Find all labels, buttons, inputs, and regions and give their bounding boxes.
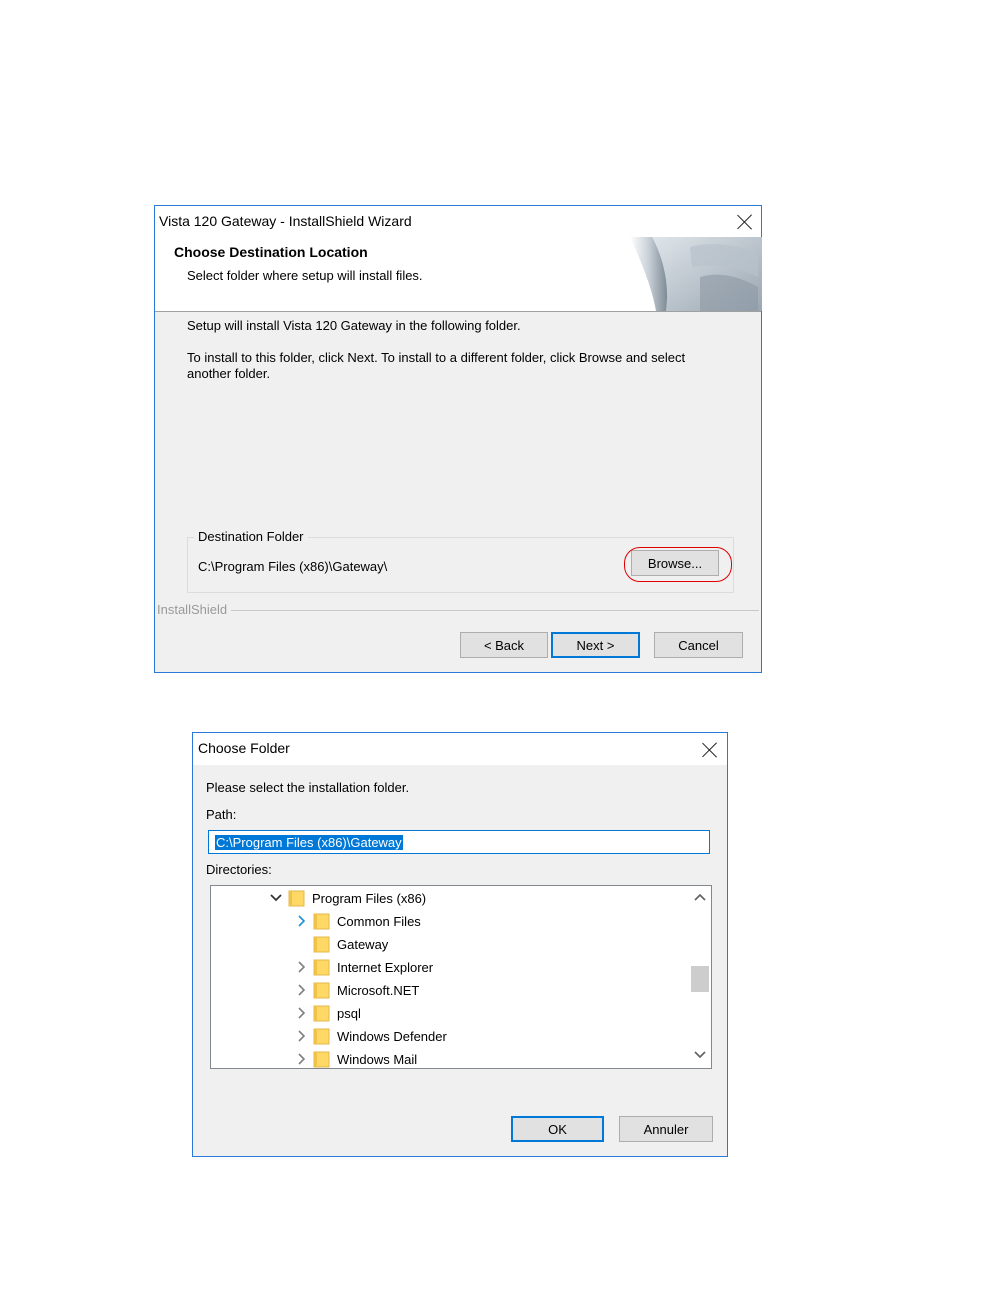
path-value-selected: C:\Program Files (x86)\Gateway: [215, 835, 403, 850]
tree-item[interactable]: Common Files: [294, 910, 594, 933]
chevron-right-icon[interactable]: [294, 1052, 308, 1066]
tree-item-label: Common Files: [337, 914, 421, 929]
folder-icon: [313, 982, 330, 999]
chevron-right-icon[interactable]: [294, 1006, 308, 1020]
chevron-right-icon[interactable]: [294, 983, 308, 997]
title-bar: Vista 120 Gateway - InstallShield Wizard: [155, 206, 761, 237]
title-bar: Choose Folder: [193, 733, 727, 765]
chevron-down-icon[interactable]: [269, 891, 283, 905]
wizard-header: Choose Destination Location Select folde…: [155, 237, 762, 312]
folder-icon: [313, 936, 330, 953]
installshield-graphic-icon: [630, 237, 762, 311]
tree-item-label: psql: [337, 1006, 361, 1021]
directories-label: Directories:: [206, 862, 272, 877]
tree-item-label: Internet Explorer: [337, 960, 434, 975]
divider: [231, 610, 759, 611]
tree-item[interactable]: Gateway: [294, 933, 594, 956]
scroll-down-icon[interactable]: [694, 1050, 706, 1060]
close-icon[interactable]: [700, 740, 720, 760]
ok-button[interactable]: OK: [511, 1116, 604, 1142]
folder-icon: [288, 890, 305, 907]
folder-icon: [313, 959, 330, 976]
scroll-up-icon[interactable]: [694, 892, 706, 902]
tree-item[interactable]: Program Files (x86): [269, 887, 569, 910]
instruction-text-continued: another folder.: [187, 366, 271, 381]
folder-icon: [313, 913, 330, 930]
chevron-right-icon[interactable]: [294, 1029, 308, 1043]
tree-item-label: Microsoft.NET: [337, 983, 420, 998]
path-label: Path:: [206, 807, 237, 822]
path-input[interactable]: C:\Program Files (x86)\Gateway: [208, 830, 710, 854]
folder-icon: [313, 1051, 330, 1068]
window-title: Vista 120 Gateway - InstallShield Wizard: [159, 213, 412, 229]
choose-folder-dialog: Choose Folder Please select the installa…: [192, 732, 728, 1157]
tree-item[interactable]: Internet Explorer: [294, 956, 594, 979]
header-title: Choose Destination Location: [174, 244, 368, 260]
tree-item-label: Program Files (x86): [312, 891, 427, 906]
tree-item[interactable]: Microsoft.NET: [294, 979, 594, 1002]
tree-item-label: Gateway: [337, 937, 389, 952]
prompt-text: Please select the installation folder.: [206, 780, 410, 795]
annuler-button[interactable]: Annuler: [619, 1116, 713, 1142]
vertical-scrollbar[interactable]: [689, 886, 711, 1068]
directory-tree[interactable]: Program Files (x86) Common Files Gateway In…: [210, 885, 712, 1069]
back-button[interactable]: < Back: [460, 632, 548, 658]
chevron-right-icon[interactable]: [294, 960, 308, 974]
header-subtitle: Select folder where setup will install f…: [187, 268, 423, 283]
installshield-brand: InstallShield: [157, 602, 232, 617]
cancel-button[interactable]: Cancel: [654, 632, 743, 658]
tree-item[interactable]: psql: [294, 1002, 594, 1025]
destination-folder-label: Destination Folder: [194, 529, 308, 544]
chevron-right-icon[interactable]: [294, 914, 308, 928]
destination-path: C:\Program Files (x86)\Gateway\: [198, 559, 388, 574]
next-button[interactable]: Next >: [551, 632, 640, 658]
instruction-text: To install to this folder, click Next. T…: [187, 350, 686, 365]
folder-icon: [313, 1028, 330, 1045]
install-info-text: Setup will install Vista 120 Gateway in …: [187, 318, 521, 333]
tree-item[interactable]: Windows Mail: [294, 1048, 594, 1068]
tree-item[interactable]: Windows Defender: [294, 1025, 594, 1048]
scrollbar-thumb[interactable]: [691, 966, 709, 992]
tree-item-label: Windows Defender: [337, 1029, 447, 1044]
browse-highlight-ring: [624, 547, 732, 582]
folder-icon: [313, 1005, 330, 1022]
installshield-wizard-window: Vista 120 Gateway - InstallShield Wizard…: [154, 205, 762, 673]
tree-item-label: Windows Mail: [337, 1052, 418, 1067]
dialog-title: Choose Folder: [198, 740, 290, 756]
close-icon[interactable]: [735, 212, 755, 232]
